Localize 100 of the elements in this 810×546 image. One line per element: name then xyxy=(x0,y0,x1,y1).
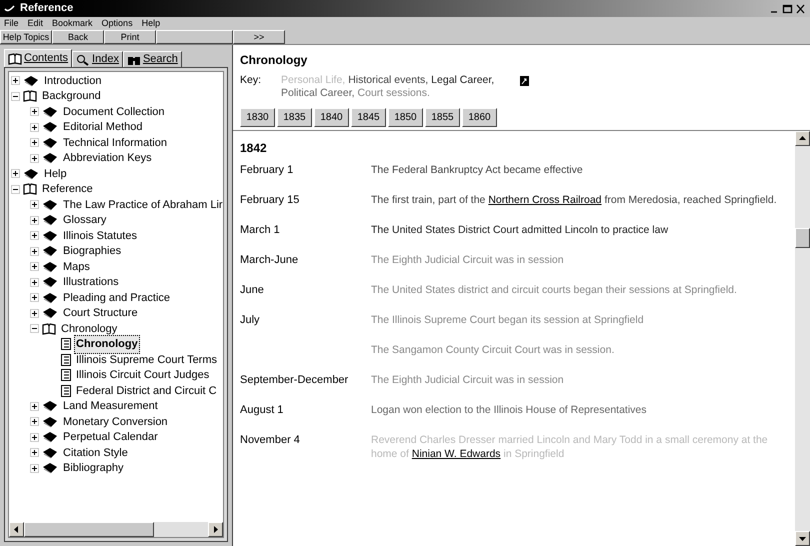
book-icon xyxy=(42,245,58,258)
page-icon xyxy=(61,338,71,350)
collapse-icon[interactable] xyxy=(11,92,20,101)
tree-item[interactable]: Editorial Method xyxy=(61,118,144,136)
tree-item[interactable]: Maps xyxy=(61,258,92,276)
expand-icon[interactable] xyxy=(30,154,39,163)
menu-item[interactable]: Options xyxy=(102,19,133,28)
book-icon xyxy=(42,431,58,444)
menu-item[interactable]: Bookmark xyxy=(52,19,93,28)
menu-item[interactable]: Edit xyxy=(28,19,44,28)
event-date: August 1 xyxy=(240,404,284,416)
link[interactable]: Northern Cross Railroad xyxy=(488,194,602,206)
arrow-icon xyxy=(212,526,219,533)
tree-item[interactable]: Court Structure xyxy=(61,304,140,322)
tree-item[interactable]: Biographies xyxy=(61,242,124,260)
event-date: February 1 xyxy=(240,164,294,176)
year-button[interactable]: 1855 xyxy=(425,108,460,127)
year-button[interactable]: 1840 xyxy=(314,108,349,127)
maximize-icon[interactable] xyxy=(782,4,793,14)
scroll-down-button[interactable] xyxy=(795,531,810,546)
tab[interactable]: Search xyxy=(122,51,182,67)
year-button[interactable]: 1835 xyxy=(277,108,312,127)
expand-icon[interactable] xyxy=(30,402,39,411)
expand-icon[interactable] xyxy=(30,278,39,287)
expand-icon[interactable] xyxy=(30,308,39,318)
scroll-thumb[interactable] xyxy=(795,228,810,248)
tree-item[interactable]: Illinois Supreme Court Terms xyxy=(74,350,220,369)
link[interactable]: Ninian W. Edwards xyxy=(412,448,501,460)
tree-item[interactable]: Pleading and Practice xyxy=(61,288,172,307)
expand-icon[interactable] xyxy=(30,246,39,256)
expand-icon[interactable] xyxy=(30,107,39,116)
tab[interactable]: Contents xyxy=(4,49,72,67)
tree-item[interactable]: Chronology xyxy=(59,320,120,338)
tree-item[interactable]: Illinois Statutes xyxy=(61,226,139,245)
toolbar-button[interactable]: Back xyxy=(52,30,104,44)
tree-item[interactable]: Technical Information xyxy=(61,134,169,152)
book-icon xyxy=(42,121,58,134)
expand-icon[interactable] xyxy=(11,169,20,178)
tree-item[interactable]: Perpetual Calendar xyxy=(61,428,160,446)
expand-icon[interactable] xyxy=(30,262,39,272)
tree-item[interactable]: Illustrations xyxy=(61,273,121,292)
year-button[interactable]: 1830 xyxy=(240,108,275,127)
tree-item[interactable]: Document Collection xyxy=(61,102,166,121)
scroll-left-button[interactable] xyxy=(9,522,24,537)
tree-item[interactable]: Chronology xyxy=(74,335,140,354)
event-date: March-June xyxy=(240,254,298,266)
scroll-up-button[interactable] xyxy=(795,131,810,146)
tree-item[interactable]: Federal District and Circuit C xyxy=(74,382,219,400)
year-button[interactable]: 1845 xyxy=(351,108,386,127)
tree-item[interactable]: Introduction xyxy=(42,72,104,90)
year-button[interactable]: 1850 xyxy=(388,108,423,127)
toolbar-button[interactable]: Help Topics xyxy=(0,30,52,44)
tab[interactable]: Index xyxy=(72,51,123,67)
menu-item[interactable]: Help xyxy=(142,19,160,28)
expand-icon[interactable] xyxy=(30,138,39,148)
tree-item[interactable]: Monetary Conversion xyxy=(61,412,170,431)
expand-icon[interactable] xyxy=(30,432,39,442)
year-button[interactable]: 1860 xyxy=(462,108,497,127)
expand-icon[interactable] xyxy=(30,448,39,458)
topic-title: Chronology xyxy=(240,52,308,69)
open-book-icon xyxy=(42,322,56,335)
expand-icon[interactable] xyxy=(30,216,39,225)
book-icon xyxy=(42,276,58,288)
horizontal-scrollbar[interactable] xyxy=(9,522,223,537)
scroll-right-button[interactable] xyxy=(208,522,223,537)
vertical-scrollbar[interactable] xyxy=(795,131,810,546)
tree-item[interactable]: Land Measurement xyxy=(61,397,160,416)
tree-item[interactable]: Glossary xyxy=(61,211,108,230)
collapse-icon[interactable] xyxy=(11,184,20,194)
expand-icon[interactable] xyxy=(30,200,39,210)
book-icon xyxy=(42,462,58,474)
tree-item[interactable]: The Law Practice of Abraham Lir xyxy=(61,196,223,214)
book-icon xyxy=(23,74,39,87)
tree-item[interactable]: Bibliography xyxy=(61,459,126,478)
tree-item[interactable]: Background xyxy=(40,87,103,106)
tree-item[interactable]: Help xyxy=(42,164,69,183)
expand-icon[interactable] xyxy=(30,122,39,132)
expand-icon[interactable] xyxy=(30,464,39,473)
tree-item[interactable]: Illinois Circuit Court Judges xyxy=(74,366,212,384)
toolbar-button[interactable]: >> xyxy=(233,30,285,44)
toolbar-button[interactable]: Print xyxy=(104,30,156,44)
close-icon[interactable] xyxy=(795,4,806,14)
expand-icon[interactable] xyxy=(30,293,39,302)
tree-item[interactable]: Reference xyxy=(40,180,95,198)
book-icon xyxy=(42,416,58,428)
expand-icon[interactable] xyxy=(30,231,39,240)
scroll-thumb[interactable] xyxy=(24,522,154,537)
event-date: June xyxy=(240,284,264,296)
event-text: Reverend Charles Dresser married Lincoln and Mary Todd in a small ceremony at the home of Ninian W. Edwards in Springfield xyxy=(371,433,769,461)
arrow-icon xyxy=(799,535,806,542)
collapse-icon[interactable] xyxy=(30,324,39,334)
expand-icon[interactable] xyxy=(11,76,20,86)
expand-icon[interactable] xyxy=(30,417,39,426)
help-icon xyxy=(4,4,16,14)
event-text: The Federal Bankruptcy Act became effective xyxy=(371,163,584,177)
link-arrow-icon[interactable] xyxy=(520,76,529,86)
tree-item[interactable]: Abbreviation Keys xyxy=(61,149,154,168)
menu-item[interactable]: File xyxy=(4,19,19,28)
tree-item[interactable]: Citation Style xyxy=(61,444,130,462)
book-icon xyxy=(42,292,58,304)
